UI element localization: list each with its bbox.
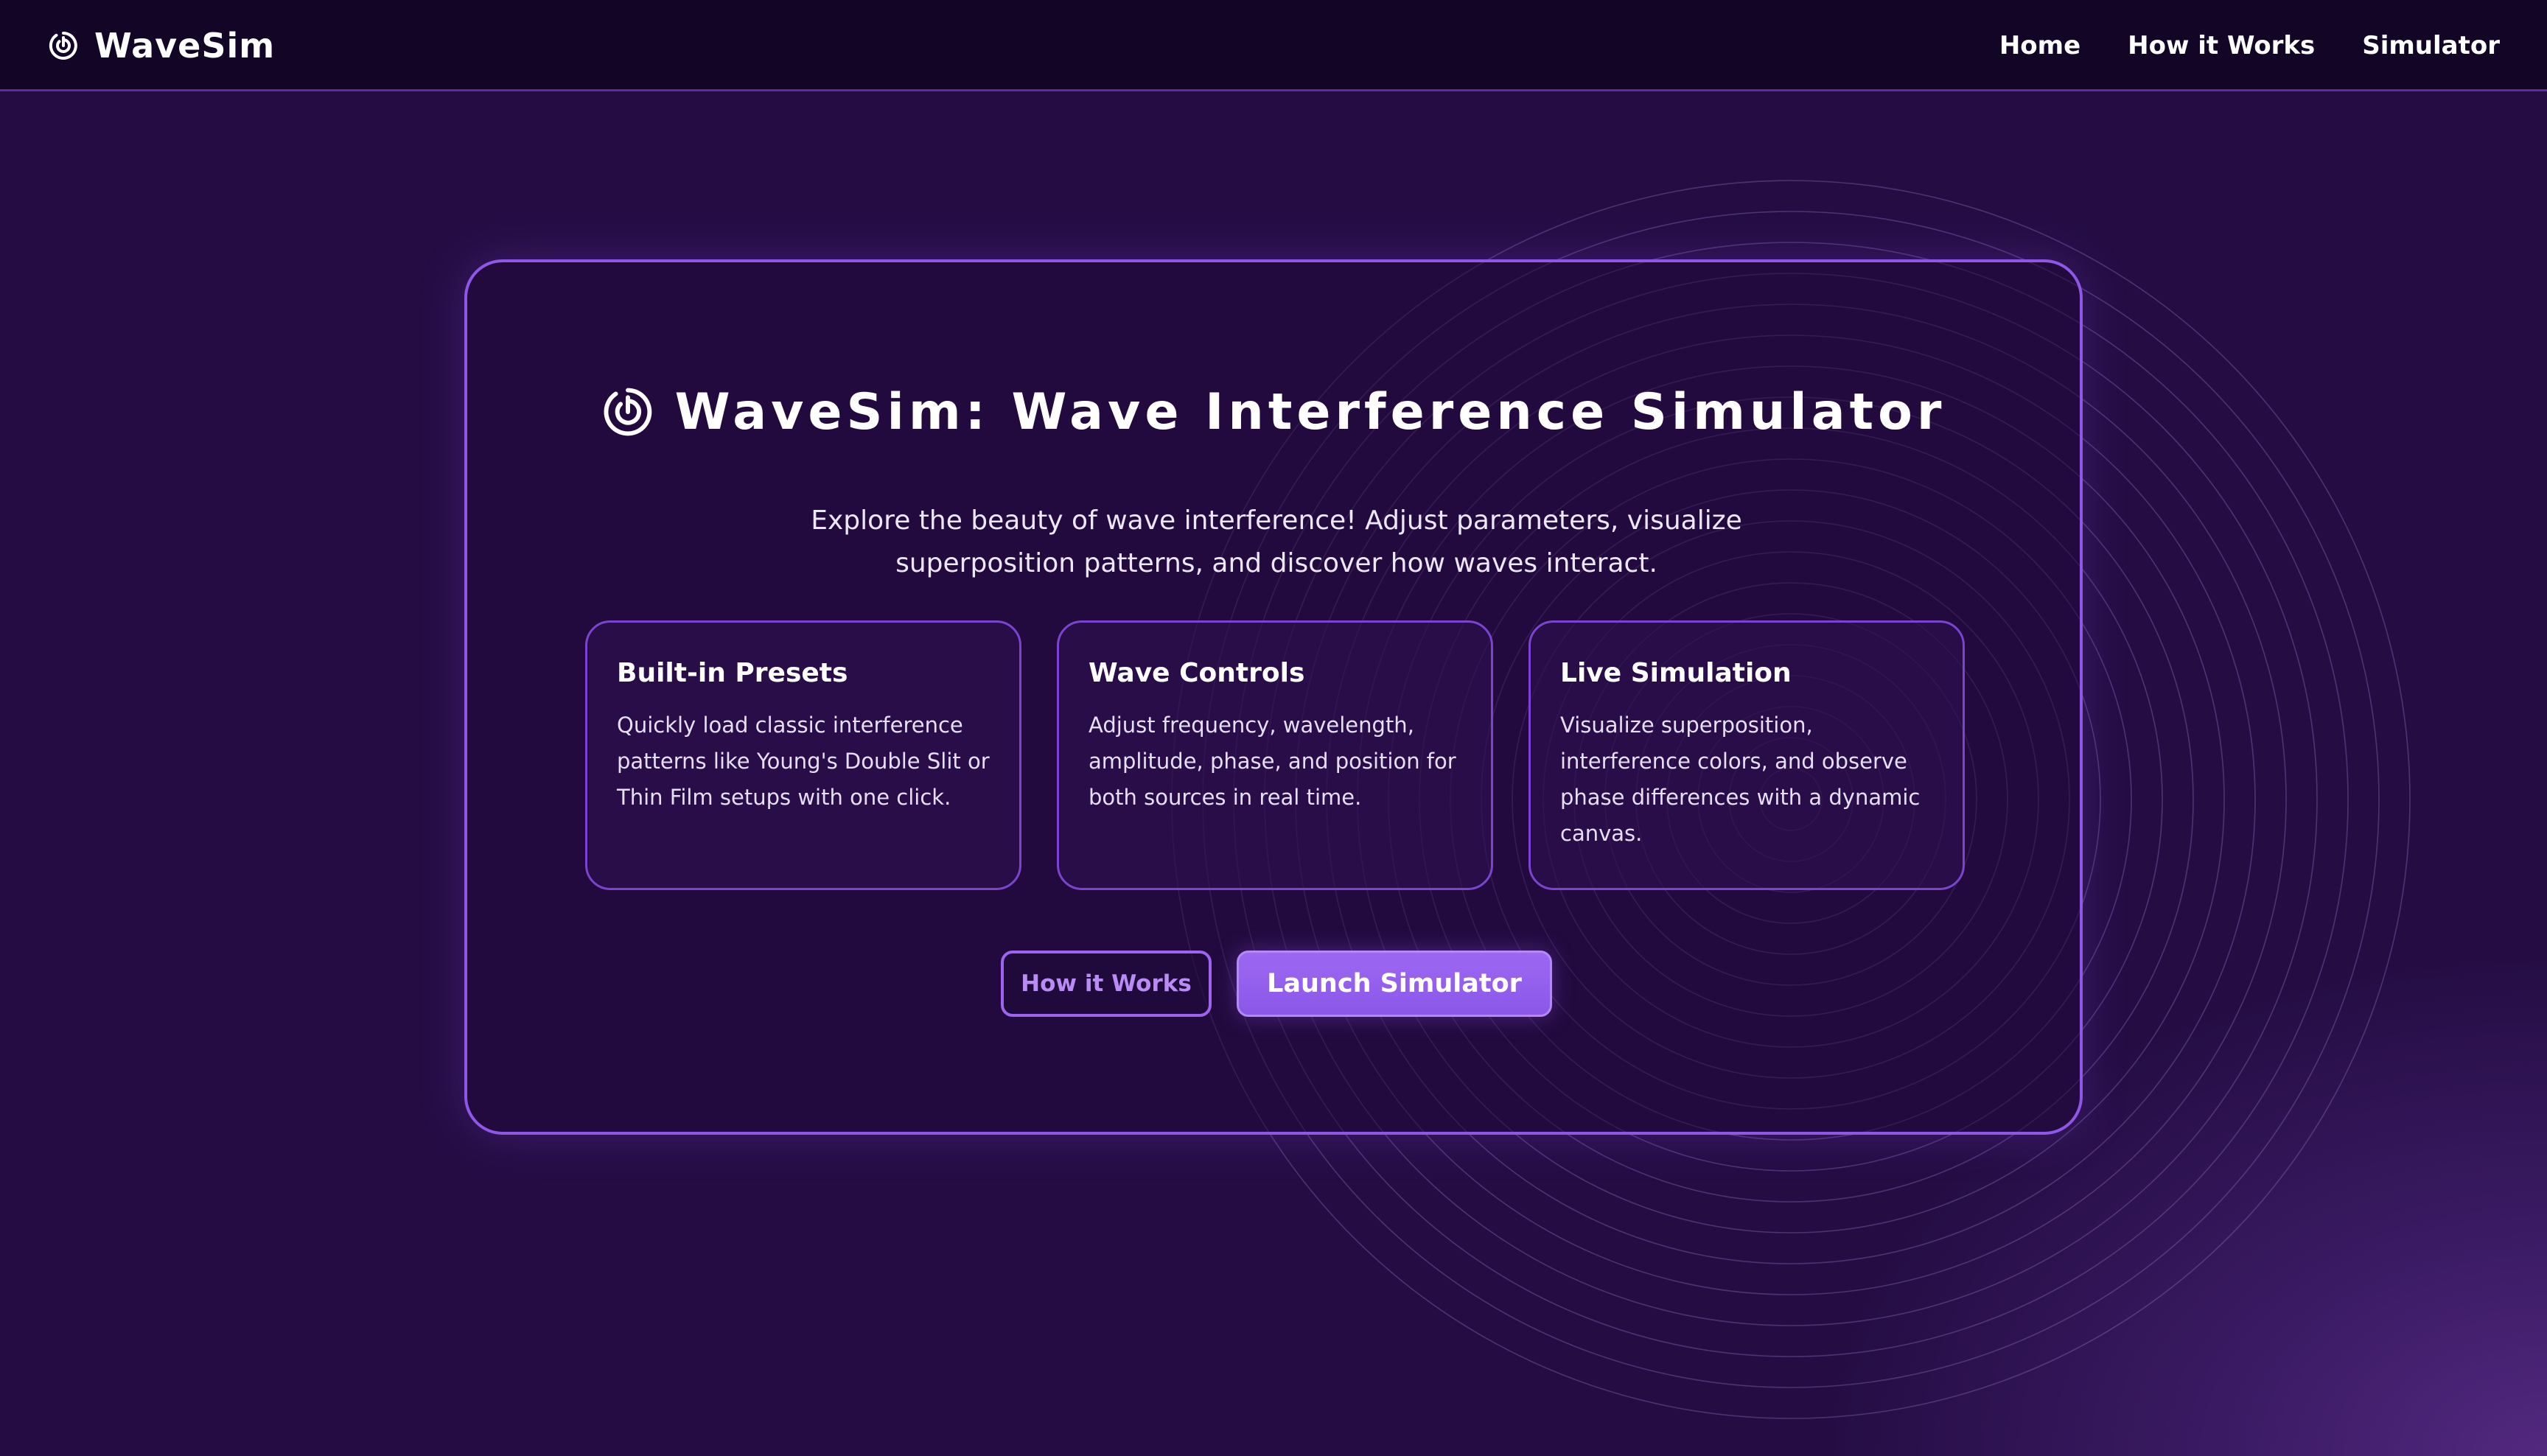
feature-title: Built-in Presets xyxy=(617,658,848,688)
feature-description: Adjust frequency, wavelength, amplitude,… xyxy=(1089,713,1456,810)
hero-subtitle: Explore the beauty of wave interference!… xyxy=(811,505,1742,578)
nav-link-simulator[interactable]: Simulator xyxy=(2362,31,2500,60)
wave-logo-icon xyxy=(604,388,651,436)
feature-description: Quickly load classic interference patter… xyxy=(617,713,990,810)
feature-title: Live Simulation xyxy=(1560,658,1792,688)
feature-card-live-simulation: Live Simulation Visualize superposition,… xyxy=(1528,620,1965,890)
how-it-works-button[interactable]: How it Works xyxy=(1001,951,1212,1017)
nav-link-how-it-works[interactable]: How it Works xyxy=(2128,31,2315,60)
hero-card: WaveSim: Wave Interference Simulator Exp… xyxy=(464,259,2083,1135)
feature-card-wave-controls: Wave Controls Adjust frequency, waveleng… xyxy=(1057,620,1493,890)
brand-logo[interactable]: WaveSim xyxy=(47,21,275,71)
launch-simulator-button[interactable]: Launch Simulator xyxy=(1237,951,1552,1017)
nav-links: Home How it Works Simulator xyxy=(1952,24,2500,68)
hero-title: WaveSim: Wave Interference Simulator xyxy=(467,379,2080,445)
feature-title: Wave Controls xyxy=(1089,658,1305,688)
navbar: WaveSim Home How it Works Simulator xyxy=(0,0,2547,91)
feature-card-presets: Built-in Presets Quickly load classic in… xyxy=(585,620,1021,890)
brand-name: WaveSim xyxy=(94,26,276,66)
wave-logo-icon xyxy=(49,32,77,60)
page-title: WaveSim: Wave Interference Simulator xyxy=(674,382,1946,441)
feature-description: Visualize superposition, interference co… xyxy=(1560,713,1921,846)
nav-link-home[interactable]: Home xyxy=(1999,31,2080,60)
